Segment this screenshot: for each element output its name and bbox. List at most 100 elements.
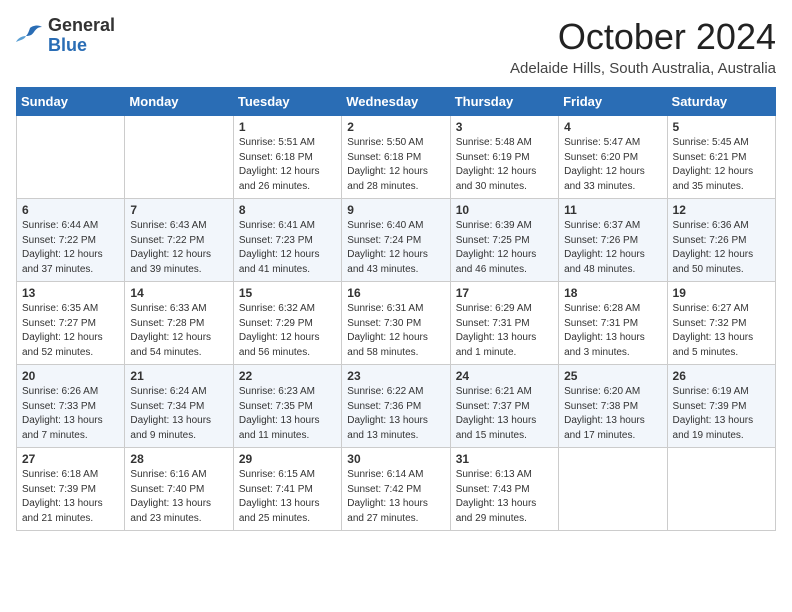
cell-content: Sunrise: 5:50 AMSunset: 6:18 PMDaylight:… bbox=[347, 136, 444, 194]
table-row: 22Sunrise: 6:23 AMSunset: 7:35 PMDayligh… bbox=[233, 365, 341, 448]
logo-blue: Blue bbox=[48, 36, 115, 56]
table-row bbox=[559, 448, 667, 531]
sunset-text: Sunset: 7:40 PM bbox=[130, 484, 204, 495]
sunrise-text: Sunrise: 6:18 AM bbox=[22, 469, 98, 480]
daylight-text: Daylight: 13 hours and 7 minutes. bbox=[22, 415, 103, 441]
cell-content: Sunrise: 6:19 AMSunset: 7:39 PMDaylight:… bbox=[673, 385, 770, 443]
cell-content: Sunrise: 6:24 AMSunset: 7:34 PMDaylight:… bbox=[130, 385, 227, 443]
logo-icon bbox=[16, 24, 44, 48]
day-number: 23 bbox=[347, 369, 444, 383]
day-number: 18 bbox=[564, 286, 661, 300]
table-row bbox=[125, 116, 233, 199]
table-row: 2Sunrise: 5:50 AMSunset: 6:18 PMDaylight… bbox=[342, 116, 450, 199]
table-row: 20 Sunrise: 6:26 AMSunset: 7:33 PMDayligh… bbox=[17, 365, 125, 448]
sunrise-text: Sunrise: 6:26 AM bbox=[22, 386, 98, 397]
table-row: 25 Sunrise: 6:20 AMSunset: 7:38 PMDayligh… bbox=[559, 365, 667, 448]
calendar-week-row: 1Sunrise: 5:51 AMSunset: 6:18 PMDaylight… bbox=[17, 116, 776, 199]
day-number: 24 bbox=[456, 369, 553, 383]
sunset-text: Sunset: 6:18 PM bbox=[239, 152, 313, 163]
day-number: 5 bbox=[673, 120, 770, 134]
table-row: 21 Sunrise: 6:24 AMSunset: 7:34 PMDayligh… bbox=[125, 365, 233, 448]
daylight-text: Daylight: 13 hours and 1 minute. bbox=[456, 332, 537, 358]
day-number: 22 bbox=[239, 369, 336, 383]
sunset-text: Sunset: 7:42 PM bbox=[347, 484, 421, 495]
daylight-text: Daylight: 12 hours and 28 minutes. bbox=[347, 166, 428, 192]
calendar-week-row: 20 Sunrise: 6:26 AMSunset: 7:33 PMDayligh… bbox=[17, 365, 776, 448]
cell-content: Sunrise: 6:22 AMSunset: 7:36 PMDaylight:… bbox=[347, 385, 444, 443]
day-number: 21 bbox=[130, 369, 227, 383]
calendar-week-row: 13Sunrise: 6:35 AMSunset: 7:27 PMDayligh… bbox=[17, 282, 776, 365]
table-row: 17Sunrise: 6:29 AMSunset: 7:31 PMDayligh… bbox=[450, 282, 558, 365]
sunrise-text: Sunrise: 6:29 AM bbox=[456, 303, 532, 314]
calendar-week-row: 27 Sunrise: 6:18 AMSunset: 7:39 PMDayligh… bbox=[17, 448, 776, 531]
sunset-text: Sunset: 7:26 PM bbox=[673, 235, 747, 246]
sunrise-text: Sunrise: 5:45 AM bbox=[673, 137, 749, 148]
day-number: 27 bbox=[22, 452, 119, 466]
cell-content: Sunrise: 6:28 AMSunset: 7:31 PMDaylight:… bbox=[564, 302, 661, 360]
sunset-text: Sunset: 7:28 PM bbox=[130, 318, 204, 329]
sunset-text: Sunset: 7:30 PM bbox=[347, 318, 421, 329]
sunset-text: Sunset: 7:36 PM bbox=[347, 401, 421, 412]
daylight-text: Daylight: 12 hours and 39 minutes. bbox=[130, 249, 211, 275]
calendar-table: Sunday Monday Tuesday Wednesday Thursday… bbox=[16, 87, 776, 531]
table-row: 7Sunrise: 6:43 AMSunset: 7:22 PMDaylight… bbox=[125, 199, 233, 282]
sunset-text: Sunset: 7:37 PM bbox=[456, 401, 530, 412]
sunrise-text: Sunrise: 6:24 AM bbox=[130, 386, 206, 397]
day-number: 30 bbox=[347, 452, 444, 466]
daylight-text: Daylight: 13 hours and 13 minutes. bbox=[347, 415, 428, 441]
sunrise-text: Sunrise: 6:14 AM bbox=[347, 469, 423, 480]
header-monday: Monday bbox=[125, 88, 233, 116]
location-title: Adelaide Hills, South Australia, Austral… bbox=[510, 60, 776, 77]
daylight-text: Daylight: 13 hours and 9 minutes. bbox=[130, 415, 211, 441]
table-row: 12Sunrise: 6:36 AMSunset: 7:26 PMDayligh… bbox=[667, 199, 775, 282]
sunset-text: Sunset: 7:23 PM bbox=[239, 235, 313, 246]
day-number: 6 bbox=[22, 203, 119, 217]
table-row: 8Sunrise: 6:41 AMSunset: 7:23 PMDaylight… bbox=[233, 199, 341, 282]
day-number: 25 bbox=[564, 369, 661, 383]
cell-content: Sunrise: 6:40 AMSunset: 7:24 PMDaylight:… bbox=[347, 219, 444, 277]
daylight-text: Daylight: 13 hours and 21 minutes. bbox=[22, 498, 103, 524]
sunrise-text: Sunrise: 5:51 AM bbox=[239, 137, 315, 148]
daylight-text: Daylight: 13 hours and 25 minutes. bbox=[239, 498, 320, 524]
sunrise-text: Sunrise: 6:16 AM bbox=[130, 469, 206, 480]
daylight-text: Daylight: 12 hours and 26 minutes. bbox=[239, 166, 320, 192]
day-number: 17 bbox=[456, 286, 553, 300]
day-number: 12 bbox=[673, 203, 770, 217]
sunset-text: Sunset: 6:20 PM bbox=[564, 152, 638, 163]
table-row: 1Sunrise: 5:51 AMSunset: 6:18 PMDaylight… bbox=[233, 116, 341, 199]
cell-content: Sunrise: 5:45 AMSunset: 6:21 PMDaylight:… bbox=[673, 136, 770, 194]
cell-content: Sunrise: 5:51 AM Sunset: 6:18 PM Daylight:… bbox=[239, 136, 336, 194]
sunset-text: Sunset: 7:24 PM bbox=[347, 235, 421, 246]
logo-text: General Blue bbox=[48, 16, 115, 56]
sunrise-text: Sunrise: 6:33 AM bbox=[130, 303, 206, 314]
daylight-text: Daylight: 12 hours and 35 minutes. bbox=[673, 166, 754, 192]
cell-content: Sunrise: 6:18 AMSunset: 7:39 PMDaylight:… bbox=[22, 468, 119, 526]
table-row: 10Sunrise: 6:39 AMSunset: 7:25 PMDayligh… bbox=[450, 199, 558, 282]
daylight-text: Daylight: 13 hours and 11 minutes. bbox=[239, 415, 320, 441]
sunrise-text: Sunrise: 6:15 AM bbox=[239, 469, 315, 480]
daylight-text: Daylight: 12 hours and 37 minutes. bbox=[22, 249, 103, 275]
sunrise-text: Sunrise: 6:44 AM bbox=[22, 220, 98, 231]
cell-content: Sunrise: 6:26 AMSunset: 7:33 PMDaylight:… bbox=[22, 385, 119, 443]
cell-content: Sunrise: 6:20 AMSunset: 7:38 PMDaylight:… bbox=[564, 385, 661, 443]
cell-content: Sunrise: 6:27 AMSunset: 7:32 PMDaylight:… bbox=[673, 302, 770, 360]
daylight-text: Daylight: 12 hours and 48 minutes. bbox=[564, 249, 645, 275]
day-number: 14 bbox=[130, 286, 227, 300]
cell-content: Sunrise: 6:35 AMSunset: 7:27 PMDaylight:… bbox=[22, 302, 119, 360]
calendar-header-row: Sunday Monday Tuesday Wednesday Thursday… bbox=[17, 88, 776, 116]
daylight-text: Daylight: 13 hours and 3 minutes. bbox=[564, 332, 645, 358]
day-number: 20 bbox=[22, 369, 119, 383]
daylight-text: Daylight: 13 hours and 5 minutes. bbox=[673, 332, 754, 358]
sunset-text: Sunset: 7:32 PM bbox=[673, 318, 747, 329]
cell-content: Sunrise: 6:21 AMSunset: 7:37 PMDaylight:… bbox=[456, 385, 553, 443]
cell-content: Sunrise: 6:15 AMSunset: 7:41 PMDaylight:… bbox=[239, 468, 336, 526]
sunset-text: Sunset: 7:43 PM bbox=[456, 484, 530, 495]
sunrise-text: Sunrise: 6:19 AM bbox=[673, 386, 749, 397]
daylight-text: Daylight: 13 hours and 27 minutes. bbox=[347, 498, 428, 524]
daylight-text: Daylight: 13 hours and 23 minutes. bbox=[130, 498, 211, 524]
cell-content: Sunrise: 6:43 AMSunset: 7:22 PMDaylight:… bbox=[130, 219, 227, 277]
sunrise-text: Sunrise: 6:35 AM bbox=[22, 303, 98, 314]
day-number: 4 bbox=[564, 120, 661, 134]
table-row bbox=[667, 448, 775, 531]
sunrise-text: Sunrise: 6:41 AM bbox=[239, 220, 315, 231]
